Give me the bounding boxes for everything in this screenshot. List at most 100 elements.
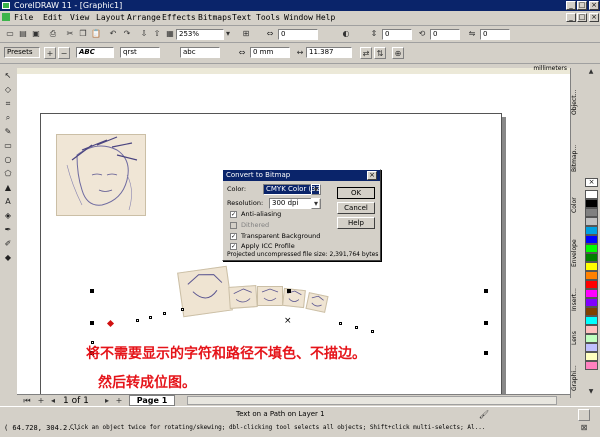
path-node[interactable]	[163, 312, 166, 315]
minimize-button[interactable]: _	[566, 1, 576, 10]
crop-tool-icon[interactable]: ⌗	[2, 98, 14, 110]
color-swatch[interactable]	[585, 217, 598, 226]
pick-tool-icon[interactable]: ↖	[2, 70, 14, 82]
close-button[interactable]: ×	[589, 1, 599, 10]
vertical-placement-dropdown[interactable]: qrst	[120, 47, 160, 58]
path-start-marker[interactable]	[106, 319, 115, 328]
source-sketch-image[interactable]	[56, 134, 146, 216]
rectangle-tool-icon[interactable]: ▭	[2, 140, 14, 152]
path-node[interactable]	[371, 330, 374, 333]
undo-icon[interactable]: ↶	[107, 28, 119, 40]
color-swatch[interactable]	[585, 343, 598, 352]
color-swatch[interactable]	[585, 235, 598, 244]
color-swatch[interactable]	[585, 307, 598, 316]
selection-handle-tm[interactable]	[287, 289, 291, 293]
vertical-offset-field[interactable]: 0	[382, 29, 412, 40]
doc-minimize-button[interactable]: _	[566, 13, 576, 22]
menu-edit[interactable]: Edit	[43, 13, 62, 22]
color-swatch[interactable]	[585, 244, 598, 253]
doc-restore-button[interactable]: □	[577, 13, 587, 22]
no-fill-swatch[interactable]: ×	[585, 178, 598, 187]
redo-icon[interactable]: ↷	[121, 28, 133, 40]
maximize-button[interactable]: □	[577, 1, 587, 10]
path-node[interactable]	[149, 316, 152, 319]
color-swatch[interactable]	[585, 190, 598, 199]
color-swatch[interactable]	[585, 262, 598, 271]
menu-view[interactable]: View	[70, 13, 89, 22]
color-swatch[interactable]	[585, 298, 598, 307]
menu-window[interactable]: Window	[284, 13, 313, 22]
horizontal-offset-field[interactable]: 11.387	[306, 47, 352, 58]
path-node[interactable]	[355, 326, 358, 329]
palette-scroll-up-icon[interactable]: ▲	[585, 68, 597, 76]
snap-icon[interactable]: ⊞	[240, 28, 252, 40]
menu-bitmaps[interactable]: Bitmaps	[198, 13, 232, 22]
snap-to-path-icon[interactable]: ⊕	[392, 47, 404, 59]
menu-tools[interactable]: Tools	[256, 13, 280, 22]
presets-dropdown[interactable]: Presets	[4, 47, 40, 58]
selection-handle-tr[interactable]	[484, 289, 488, 293]
zoom-level-field[interactable]: 253%	[176, 29, 224, 40]
transparency-icon[interactable]: ◐	[340, 28, 352, 40]
copy-icon[interactable]: ❐	[77, 28, 89, 40]
color-swatch[interactable]	[585, 289, 598, 298]
add-preset-icon[interactable]: +	[44, 47, 56, 59]
page-tab[interactable]: Page 1	[129, 395, 175, 406]
remove-preset-icon[interactable]: −	[58, 47, 70, 59]
right-field-1[interactable]: 0	[430, 29, 460, 40]
color-swatch[interactable]	[585, 316, 598, 325]
selection-center-icon[interactable]: ×	[284, 317, 292, 326]
export-icon[interactable]: ⇧	[151, 28, 163, 40]
menu-arrange[interactable]: Arrange	[127, 13, 161, 22]
fill-tool-icon[interactable]: ◆	[2, 252, 14, 264]
menu-file[interactable]: File	[14, 13, 33, 22]
color-swatch[interactable]	[585, 271, 598, 280]
import-icon[interactable]: ⇩	[138, 28, 150, 40]
resolution-dropdown-arrow-icon[interactable]: ▾	[311, 198, 321, 209]
paste-icon[interactable]: 📋	[90, 28, 102, 40]
color-swatch[interactable]	[585, 253, 598, 262]
help-button[interactable]: Help	[337, 217, 375, 229]
polygon-tool-icon[interactable]: ⬠	[2, 168, 14, 180]
mirror-horizontal-icon[interactable]: ⇄	[360, 47, 372, 59]
doc-close-button[interactable]: ×	[589, 13, 599, 22]
color-dropdown-arrow-icon[interactable]: ▾	[311, 184, 321, 195]
color-swatch[interactable]	[585, 361, 598, 370]
zoom-dropdown-icon[interactable]: ▾	[222, 28, 234, 40]
color-swatch[interactable]	[585, 334, 598, 343]
ellipse-tool-icon[interactable]: ○	[2, 154, 14, 166]
interactive-fill-icon[interactable]: ◈	[2, 210, 14, 222]
color-swatch[interactable]	[585, 325, 598, 334]
ok-button[interactable]: OK	[337, 187, 375, 199]
anti-aliasing-checkbox[interactable]: ✓	[230, 211, 237, 218]
color-swatch[interactable]	[585, 280, 598, 289]
path-node[interactable]	[339, 322, 342, 325]
selection-handle-ml[interactable]	[90, 321, 94, 325]
app-launcher-icon[interactable]: ▦	[164, 28, 176, 40]
selection-handle-tl[interactable]	[90, 289, 94, 293]
menu-layout[interactable]: Layout	[96, 13, 125, 22]
horizontal-scrollbar[interactable]	[187, 396, 557, 405]
text-placement-dropdown[interactable]: abc	[180, 47, 220, 58]
selection-handle-br[interactable]	[484, 351, 488, 355]
basic-shapes-tool-icon[interactable]: ▲	[2, 182, 14, 194]
color-swatch[interactable]	[585, 199, 598, 208]
apply-icc-profile-checkbox[interactable]: ✓	[230, 243, 237, 250]
palette-scroll-down-icon[interactable]: ▼	[585, 388, 597, 396]
mirror-vertical-icon[interactable]: ⇅	[374, 47, 386, 59]
offset-x-field[interactable]: 0	[278, 29, 318, 40]
eyedropper-tool-icon[interactable]: ✒	[2, 224, 14, 236]
menu-help[interactable]: Help	[316, 13, 335, 22]
zoom-tool-icon[interactable]: ⌕	[2, 112, 14, 124]
open-icon[interactable]: ▤	[17, 28, 29, 40]
freehand-tool-icon[interactable]: ✎	[2, 126, 14, 138]
right-field-2[interactable]: 0	[480, 29, 510, 40]
color-swatch[interactable]	[585, 352, 598, 361]
outline-tool-icon[interactable]: ✐	[2, 238, 14, 250]
color-swatch[interactable]	[585, 208, 598, 217]
print-icon[interactable]: ⎙	[47, 28, 59, 40]
cancel-button[interactable]: Cancel	[337, 202, 375, 214]
shape-tool-icon[interactable]: ◇	[2, 84, 14, 96]
text-tool-icon[interactable]: A	[2, 196, 14, 208]
cut-icon[interactable]: ✂	[64, 28, 76, 40]
